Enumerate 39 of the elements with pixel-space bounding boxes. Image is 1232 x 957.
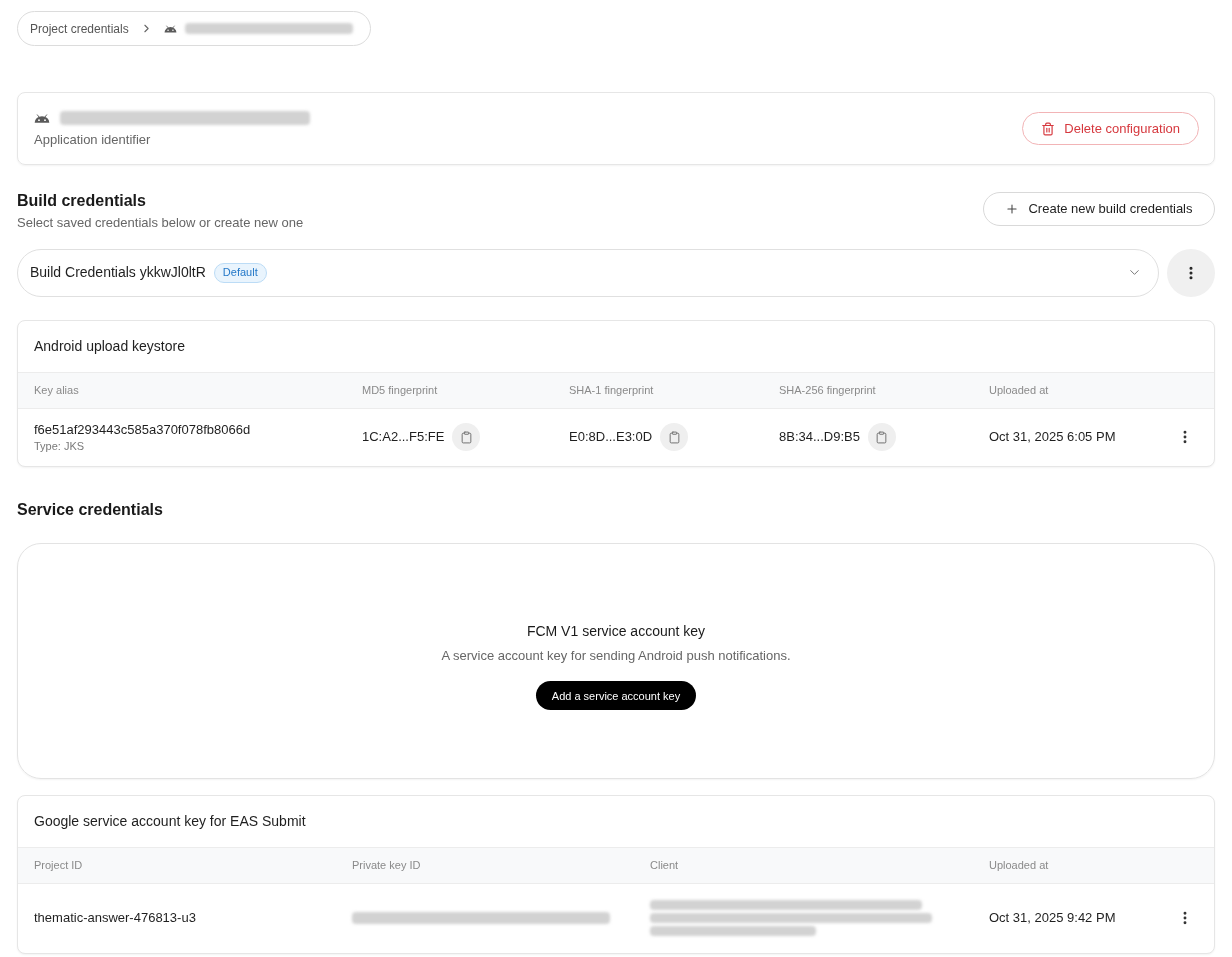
section-title: Service credentials <box>17 500 163 518</box>
key-type: Type: JKS <box>34 438 86 454</box>
select-value: Build Credentials ykkwJl0ltR <box>30 263 206 282</box>
column-header: Project ID <box>34 857 84 873</box>
breadcrumb-link[interactable]: Project credentials <box>30 19 129 38</box>
trash-icon <box>1041 121 1056 136</box>
add-key-button[interactable]: Add a service account key <box>535 681 697 711</box>
key-alias: f6e51af293443c585a370f078fb8066d <box>34 420 251 439</box>
empty-state-description: A service account key for sending Android push notifications. <box>441 646 791 665</box>
column-header: Key alias <box>34 382 80 398</box>
section-title: Build credentials <box>17 192 147 210</box>
clipboard-icon <box>875 430 889 444</box>
column-header: Uploaded at <box>989 382 1050 398</box>
section-subtitle: Select saved credentials below or create new one <box>17 214 304 232</box>
column-header: SHA-1 fingerprint <box>569 382 655 398</box>
copy-button[interactable] <box>452 423 481 451</box>
app-identifier-caption: Application identifier <box>34 131 152 150</box>
clipboard-icon <box>667 430 681 444</box>
fingerprint-value: E0:8D...E3:0D <box>569 428 653 447</box>
android-icon <box>34 113 50 123</box>
column-header: SHA-256 fingerprint <box>779 382 877 398</box>
clipboard-icon <box>459 430 473 444</box>
card-title: Android upload keystore <box>34 336 185 356</box>
column-header: Uploaded at <box>989 857 1050 873</box>
column-header: Client <box>650 857 680 873</box>
fingerprint-value: 8B:34...D9:B5 <box>779 428 860 447</box>
plus-icon <box>1005 202 1020 216</box>
android-icon <box>163 24 177 33</box>
column-header: Private key ID <box>352 857 422 873</box>
column-header: MD5 fingerprint <box>362 382 439 398</box>
empty-state-title: FCM V1 service account key <box>526 621 706 641</box>
table-cell-text: Oct 31, 2025 6:05 PM <box>989 428 1116 447</box>
copy-button[interactable] <box>660 423 689 451</box>
fingerprint-value: 1C:A2...F5:FE <box>362 428 445 447</box>
table-cell-text: thematic-answer-476813-u3 <box>34 909 196 928</box>
copy-button[interactable] <box>867 423 896 451</box>
table-cell-text: Oct 31, 2025 9:42 PM <box>989 909 1116 928</box>
card-title: Google service account key for EAS Submit <box>34 811 306 831</box>
default-badge: Default <box>213 262 267 283</box>
